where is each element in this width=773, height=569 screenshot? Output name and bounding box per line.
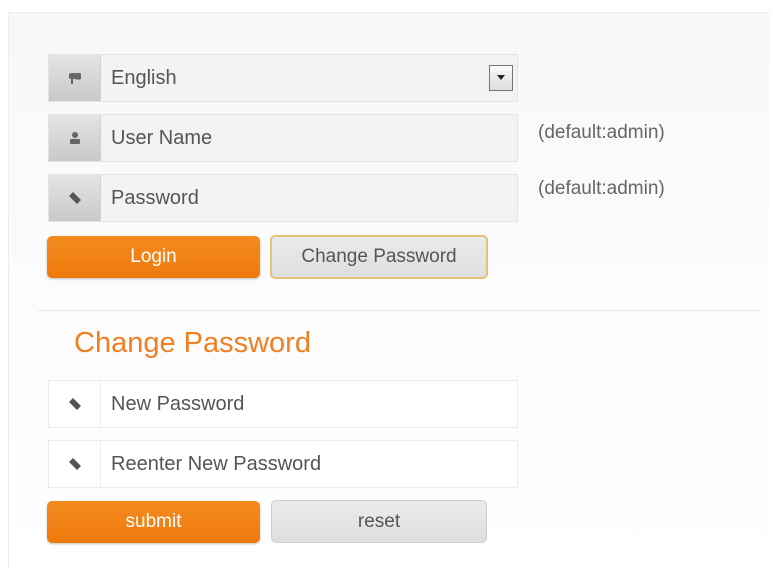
- user-icon-cell: [49, 115, 101, 161]
- new-password-field[interactable]: New Password: [48, 380, 518, 428]
- chevron-down-icon[interactable]: [489, 65, 513, 91]
- flag-icon-cell: [49, 55, 101, 101]
- reenter-password-field[interactable]: Reenter New Password: [48, 440, 518, 488]
- reset-button[interactable]: reset: [271, 500, 487, 543]
- change-password-title: Change Password: [74, 327, 311, 359]
- login-button[interactable]: Login: [47, 236, 260, 278]
- password-placeholder: Password: [111, 186, 199, 209]
- tag-icon: [68, 398, 81, 410]
- reenter-tag-icon-cell: [49, 441, 101, 487]
- tag-icon: [68, 192, 81, 204]
- reenter-password-placeholder: Reenter New Password: [111, 452, 322, 475]
- new-password-tag-icon-cell: [49, 381, 101, 427]
- flag-icon: [68, 73, 81, 84]
- section-divider: [38, 310, 760, 311]
- language-value: English: [111, 66, 177, 89]
- password-field[interactable]: Password: [48, 174, 518, 222]
- username-field[interactable]: User Name: [48, 114, 518, 162]
- user-icon: [69, 132, 80, 144]
- submit-button[interactable]: submit: [47, 501, 260, 543]
- new-password-placeholder: New Password: [111, 392, 245, 415]
- username-hint: (default:admin): [538, 122, 665, 143]
- tag-icon: [68, 458, 81, 470]
- language-select[interactable]: English: [48, 54, 518, 102]
- change-password-button[interactable]: Change Password: [270, 235, 488, 279]
- username-placeholder: User Name: [111, 126, 213, 149]
- tag-icon-cell: [49, 175, 101, 221]
- password-hint: (default:admin): [538, 178, 665, 199]
